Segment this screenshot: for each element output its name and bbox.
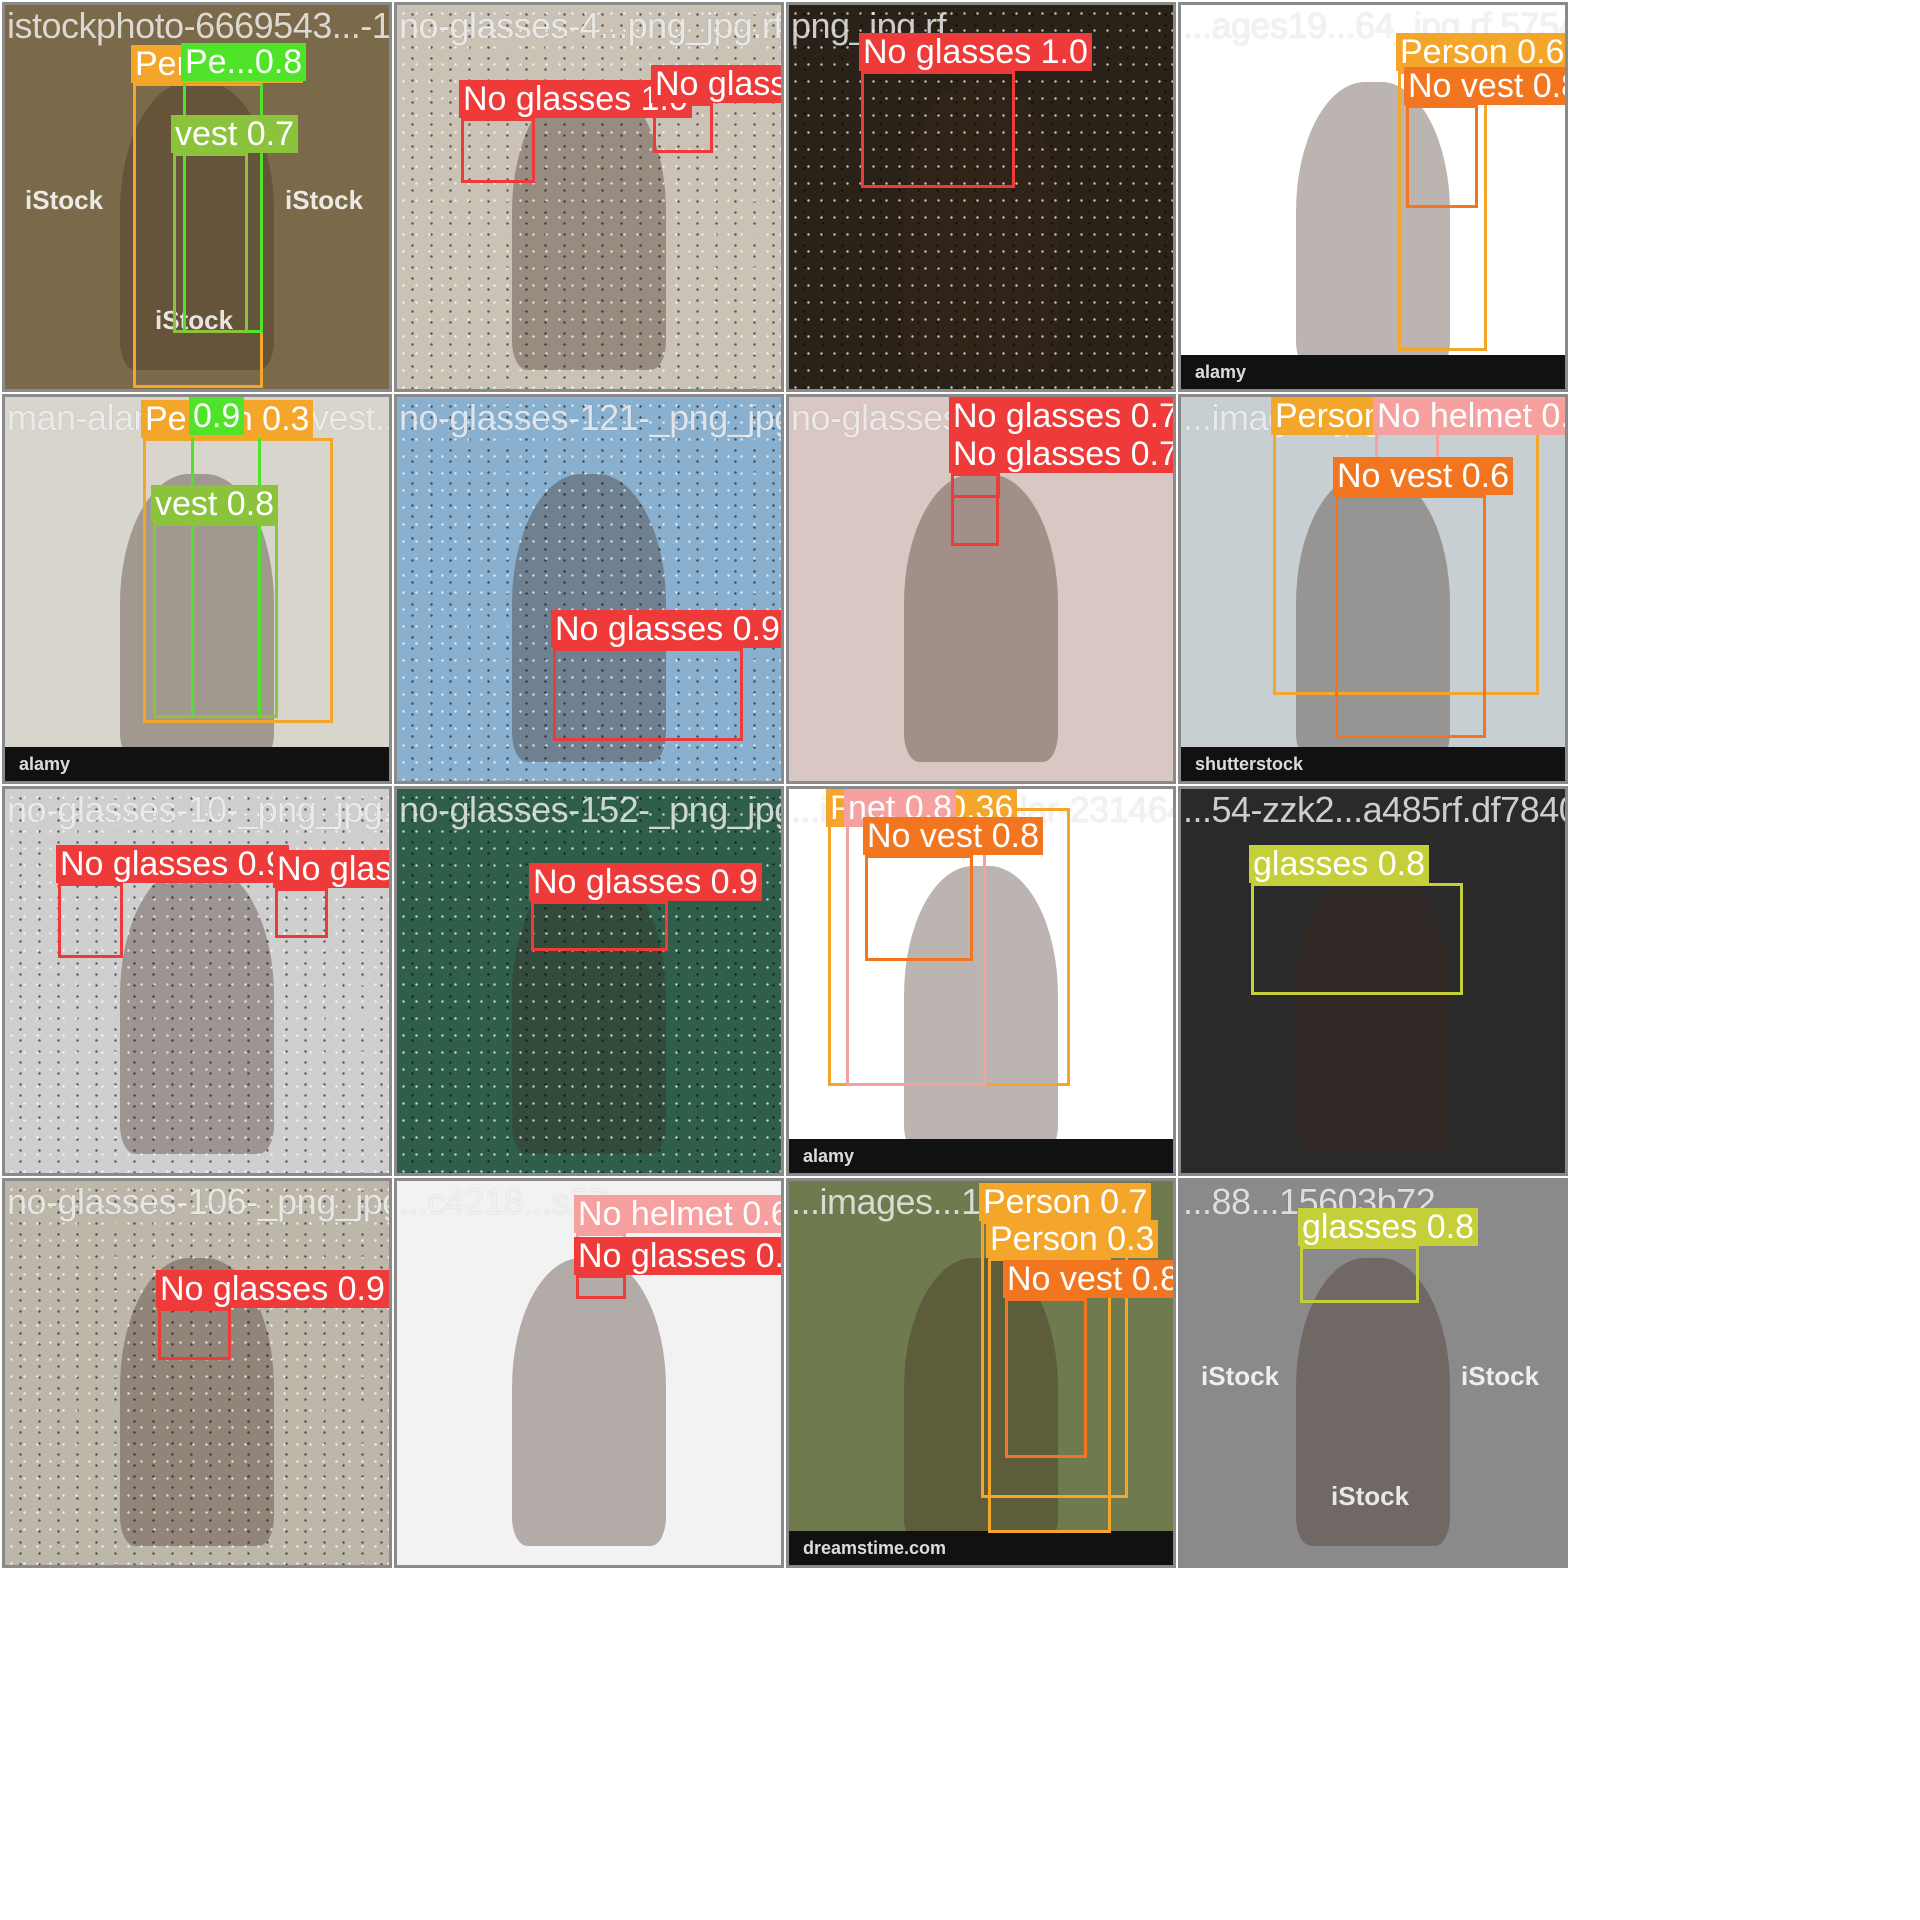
- detection-label: No vest 0.8: [1003, 1260, 1173, 1298]
- image-tile: shutterstock...image...jpg.rf.PersonNo h…: [1178, 394, 1568, 784]
- detection-label: Person 0.7: [979, 1183, 1152, 1221]
- image-tile: ...c4218...s27... No helmet 0.6 No glasses…: [394, 1178, 784, 1568]
- watermark-text: iStock: [1461, 1361, 1540, 1391]
- detection-box: [275, 888, 328, 938]
- image-tile: iStock iStock iStock istockphoto-6669543...…: [2, 2, 392, 392]
- detection-label: No glasses 0.9: [651, 65, 781, 103]
- tile-filename: ...54-zzk2...a485rf.df7840e3e: [1183, 789, 1565, 830]
- detection-box: [58, 883, 123, 958]
- stock-footer-text: alamy: [1195, 362, 1247, 382]
- detection-box: [576, 1275, 626, 1299]
- detection-box: [1251, 883, 1463, 995]
- detection-label: Person 0.3: [986, 1220, 1159, 1258]
- tile-filename: no-glasses-152-_png_jpg.rf.: [399, 789, 781, 830]
- detection-label: No vest 0.6: [1333, 457, 1513, 495]
- detection-box: [865, 855, 973, 961]
- detection-box: [153, 523, 278, 718]
- image-tile: no-glasses-121-_png_jpg.rf.2ee59c8275 No …: [394, 394, 784, 784]
- detection-box: [461, 118, 535, 183]
- watermark-text: iStock: [285, 185, 364, 215]
- tile-filename: no-glasses-106-_png_jpg.rf.: [7, 1181, 389, 1222]
- detection-label: glasses 0.8: [1298, 1208, 1478, 1246]
- detection-label: No helmet 0.5: [1373, 397, 1565, 435]
- detection-label: 0.9: [189, 397, 245, 435]
- detection-box: [173, 153, 248, 333]
- photo-subject: [512, 1257, 666, 1546]
- detection-label: vest 0.7: [171, 115, 299, 153]
- mosaic-grid: iStock iStock iStock istockphoto-6669543...…: [0, 0, 1920, 1920]
- image-tile: no-glasses-...png_jpg.rf.No glasses 0.7N…: [786, 394, 1176, 784]
- image-tile: alamy...ages19...64_jpg.rf.575435e9Perso…: [1178, 2, 1568, 392]
- watermark-text: iStock: [1331, 1481, 1410, 1511]
- tile-filename: no-glasses-121-_png_jpg.rf.2ee59c8275: [399, 397, 781, 438]
- image-tile: png_jpg.rf. No glasses 1.0: [786, 2, 1176, 392]
- detection-label: No glasses 0.9: [56, 845, 289, 883]
- image-tile: alamyman-alamy...safety-vest...-with-a-P…: [2, 394, 392, 784]
- detection-label: No glasses 0.9: [529, 863, 762, 901]
- detection-label: Pe...0.8: [181, 43, 307, 81]
- image-tile: no-glasses-10-_png_jpg.rf.7a06a5f1f9b4f2…: [2, 786, 392, 1176]
- image-tile: ...54-zzk2...a485rf.df7840e3e glasses 0.8: [1178, 786, 1568, 1176]
- stock-footer-text: dreamstime.com: [803, 1538, 947, 1558]
- detection-box: [531, 901, 668, 951]
- stock-footer-text: alamy: [19, 754, 71, 774]
- detection-box: [1335, 495, 1486, 738]
- detection-box: [861, 71, 1015, 188]
- detection-label: No glasses 0.9: [156, 1270, 389, 1308]
- watermark-text: iStock: [1201, 1361, 1280, 1391]
- detection-label: No glasses 0.7: [949, 435, 1173, 473]
- detection-label: No glasses 1.0: [859, 33, 1092, 71]
- image-tile: alamy...images...poplar-2314646425Person…: [786, 786, 1176, 1176]
- detection-label: No glasses 0.9: [551, 610, 781, 648]
- detection-box: [1406, 105, 1478, 208]
- stock-footer-text: alamy: [803, 1146, 855, 1166]
- detection-label: vest 0.8: [151, 485, 279, 523]
- detection-box: [158, 1308, 231, 1360]
- tile-filename: no-glasses-4...png_jpg.rf.166e8b8347133-: [399, 5, 783, 46]
- image-tile: no-glasses-106-_png_jpg.rf. No glasses 0.…: [2, 1178, 392, 1568]
- detection-label: Person: [1271, 397, 1387, 435]
- watermark-text: iStock: [25, 185, 104, 215]
- detection-label: No vest 0.8: [863, 817, 1043, 855]
- detection-label: No helmet 0.6: [574, 1195, 781, 1233]
- detection-label: Person 0.6: [1396, 33, 1565, 71]
- detection-label: No glasses 0.9: [273, 850, 389, 888]
- noise-overlay: [5, 1181, 389, 1565]
- image-tile: iStock iStock iStock ...88...15603b72 glasse…: [1178, 1178, 1568, 1568]
- detection-label: No vest 0.8: [1404, 67, 1565, 105]
- detection-label: glasses 0.8: [1249, 845, 1429, 883]
- noise-overlay: [397, 5, 781, 389]
- image-tile: dreamstime.com ...images...1683... Person …: [786, 1178, 1176, 1568]
- detection-label: No glasses 0.6: [574, 1237, 781, 1275]
- detection-box: [1005, 1298, 1087, 1458]
- detection-box: [553, 648, 743, 741]
- noise-overlay: [397, 789, 781, 1173]
- detection-box: [1300, 1246, 1419, 1303]
- stock-footer-text: shutterstock: [1195, 754, 1304, 774]
- detection-label: No glasses 0.7: [949, 397, 1173, 435]
- image-tile: no-glasses-152-_png_jpg.rf. No glasses 0.…: [394, 786, 784, 1176]
- tile-filename: no-glasses-10-_png_jpg.rf.7a06a5f1f9b4f2: [7, 789, 392, 830]
- detection-box: [951, 473, 999, 546]
- tile-filename: istockphoto-6669543...-1024x...png_jpg.r…: [7, 5, 392, 46]
- image-tile: no-glasses-4...png_jpg.rf.166e8b8347133-…: [394, 2, 784, 392]
